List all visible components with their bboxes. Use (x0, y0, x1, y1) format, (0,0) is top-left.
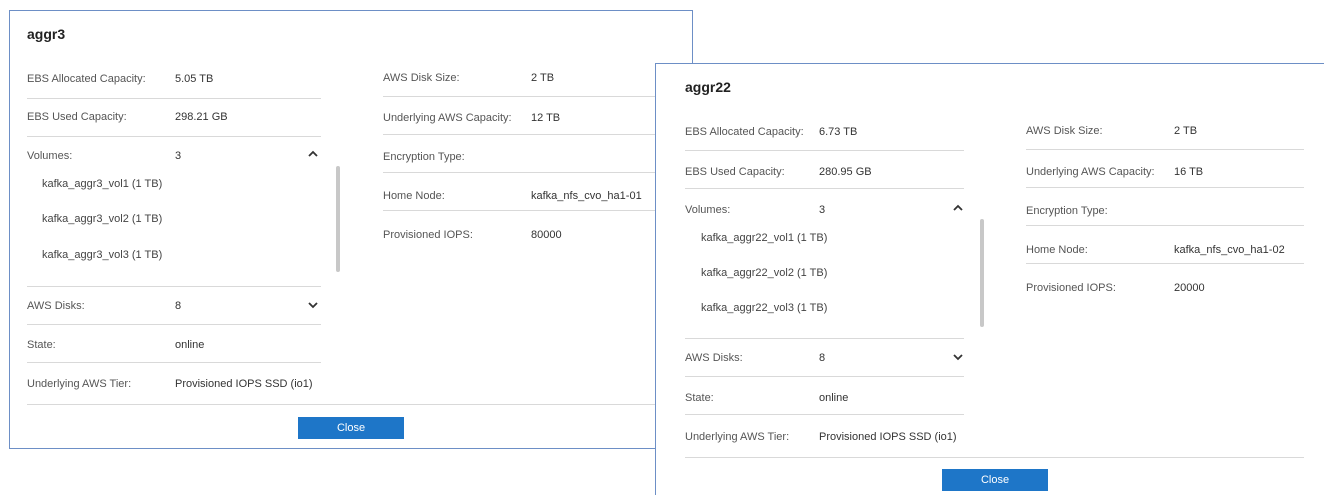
detail-label: Provisioned IOPS: (1026, 282, 1116, 294)
detail-row-aws-disks: AWS Disks: 8 (27, 287, 321, 325)
detail-value: 2 TB (1174, 125, 1198, 137)
detail-row-home-node: Home Node: kafka_nfs_cvo_ha1-02 (1026, 226, 1304, 264)
detail-value: 80000 (531, 229, 562, 241)
detail-row-provisioned-iops: Provisioned IOPS: 20000 (1026, 264, 1304, 302)
detail-row-aws-capacity: Underlying AWS Capacity: 12 TB (383, 97, 693, 135)
volumes-count: 3 (175, 150, 182, 162)
detail-value: 8 (175, 300, 182, 312)
chevron-down-icon[interactable] (308, 300, 318, 310)
detail-row-aws-capacity: Underlying AWS Capacity: 16 TB (1026, 150, 1304, 188)
volumes-count: 3 (819, 204, 826, 216)
detail-value: 8 (819, 352, 826, 364)
detail-label: State: (685, 392, 714, 404)
detail-label: Home Node: (383, 190, 445, 202)
volume-item: kafka_aggr22_vol3 (1 TB) (701, 302, 828, 314)
detail-label: Encryption Type: (1026, 205, 1108, 217)
detail-label: EBS Allocated Capacity: (685, 126, 804, 138)
detail-row-ebs-used: EBS Used Capacity: 298.21 GB (27, 99, 321, 137)
chevron-down-icon[interactable] (953, 352, 963, 362)
chevron-up-icon[interactable] (953, 203, 963, 213)
detail-value: 6.73 TB (819, 126, 858, 138)
chevron-up-icon[interactable] (308, 149, 318, 159)
detail-value: 298.21 GB (175, 111, 228, 123)
detail-label: Underlying AWS Capacity: (383, 112, 512, 124)
detail-row-aws-disk-size: AWS Disk Size: 2 TB (383, 59, 693, 97)
detail-label: AWS Disk Size: (1026, 125, 1103, 137)
detail-label: EBS Used Capacity: (27, 111, 127, 123)
volumes-section: Volumes: 3 kafka_aggr3_vol1 (1 TB) kafka… (27, 137, 321, 287)
volume-item: kafka_aggr3_vol3 (1 TB) (42, 249, 163, 261)
volume-item: kafka_aggr3_vol2 (1 TB) (42, 213, 163, 225)
detail-label: Encryption Type: (383, 151, 465, 163)
detail-value: Provisioned IOPS SSD (io1) (175, 378, 313, 390)
detail-row-encryption: Encryption Type: (1026, 188, 1304, 226)
detail-row-aws-tier: Underlying AWS Tier: Provisioned IOPS SS… (27, 363, 321, 401)
detail-label: Provisioned IOPS: (383, 229, 473, 241)
detail-label: EBS Used Capacity: (685, 166, 785, 178)
detail-value: kafka_nfs_cvo_ha1-02 (1174, 244, 1285, 256)
close-button[interactable]: Close (942, 469, 1048, 491)
detail-row-home-node: Home Node: kafka_nfs_cvo_ha1-01 (383, 173, 693, 211)
dialog-title: aggr3 (27, 26, 66, 42)
detail-row-encryption: Encryption Type: (383, 135, 693, 173)
detail-value: 16 TB (1174, 166, 1204, 178)
detail-row-aws-disks: AWS Disks: 8 (685, 339, 964, 377)
detail-value: 12 TB (531, 112, 561, 124)
volumes-label: Volumes: (685, 204, 731, 216)
detail-row-state: State: online (685, 377, 964, 415)
detail-value: Provisioned IOPS SSD (io1) (819, 431, 957, 443)
detail-row-ebs-allocated: EBS Allocated Capacity: 6.73 TB (685, 113, 964, 151)
detail-row-ebs-allocated: EBS Allocated Capacity: 5.05 TB (27, 61, 321, 99)
detail-label: Underlying AWS Capacity: (1026, 166, 1155, 178)
detail-value: 2 TB (531, 72, 555, 84)
detail-label: State: (27, 339, 56, 351)
detail-label: AWS Disk Size: (383, 72, 460, 84)
volume-item: kafka_aggr22_vol2 (1 TB) (701, 267, 828, 279)
volumes-section: Volumes: 3 kafka_aggr22_vol1 (1 TB) kafk… (685, 189, 964, 339)
detail-row-provisioned-iops: Provisioned IOPS: 80000 (383, 211, 693, 249)
volume-item: kafka_aggr3_vol1 (1 TB) (42, 178, 163, 190)
volumes-scrollbar[interactable] (336, 166, 340, 272)
volumes-scrollbar[interactable] (980, 219, 984, 327)
volume-item: kafka_aggr22_vol1 (1 TB) (701, 232, 828, 244)
aggregate-details-dialog-aggr22: aggr22 EBS Allocated Capacity: 6.73 TB E… (655, 63, 1324, 495)
volumes-label: Volumes: (27, 150, 73, 162)
detail-row-aws-tier: Underlying AWS Tier: Provisioned IOPS SS… (685, 415, 964, 453)
detail-value: online (175, 339, 205, 351)
detail-value: 280.95 GB (819, 166, 872, 178)
detail-label: AWS Disks: (685, 352, 743, 364)
detail-value: 5.05 TB (175, 73, 214, 85)
detail-value: 20000 (1174, 282, 1205, 294)
detail-row-aws-disk-size: AWS Disk Size: 2 TB (1026, 112, 1304, 150)
footer-divider (27, 404, 677, 405)
detail-label: AWS Disks: (27, 300, 85, 312)
dialog-title: aggr22 (685, 79, 731, 95)
detail-label: Underlying AWS Tier: (27, 378, 132, 390)
detail-label: EBS Allocated Capacity: (27, 73, 146, 85)
close-button[interactable]: Close (298, 417, 404, 439)
detail-value: online (819, 392, 849, 404)
detail-row-state: State: online (27, 325, 321, 363)
detail-label: Home Node: (1026, 244, 1088, 256)
detail-value: kafka_nfs_cvo_ha1-01 (531, 190, 642, 202)
aggregate-details-dialog-aggr3: aggr3 EBS Allocated Capacity: 5.05 TB EB… (9, 10, 693, 449)
footer-divider (685, 457, 1304, 458)
detail-row-ebs-used: EBS Used Capacity: 280.95 GB (685, 151, 964, 189)
detail-label: Underlying AWS Tier: (685, 431, 790, 443)
